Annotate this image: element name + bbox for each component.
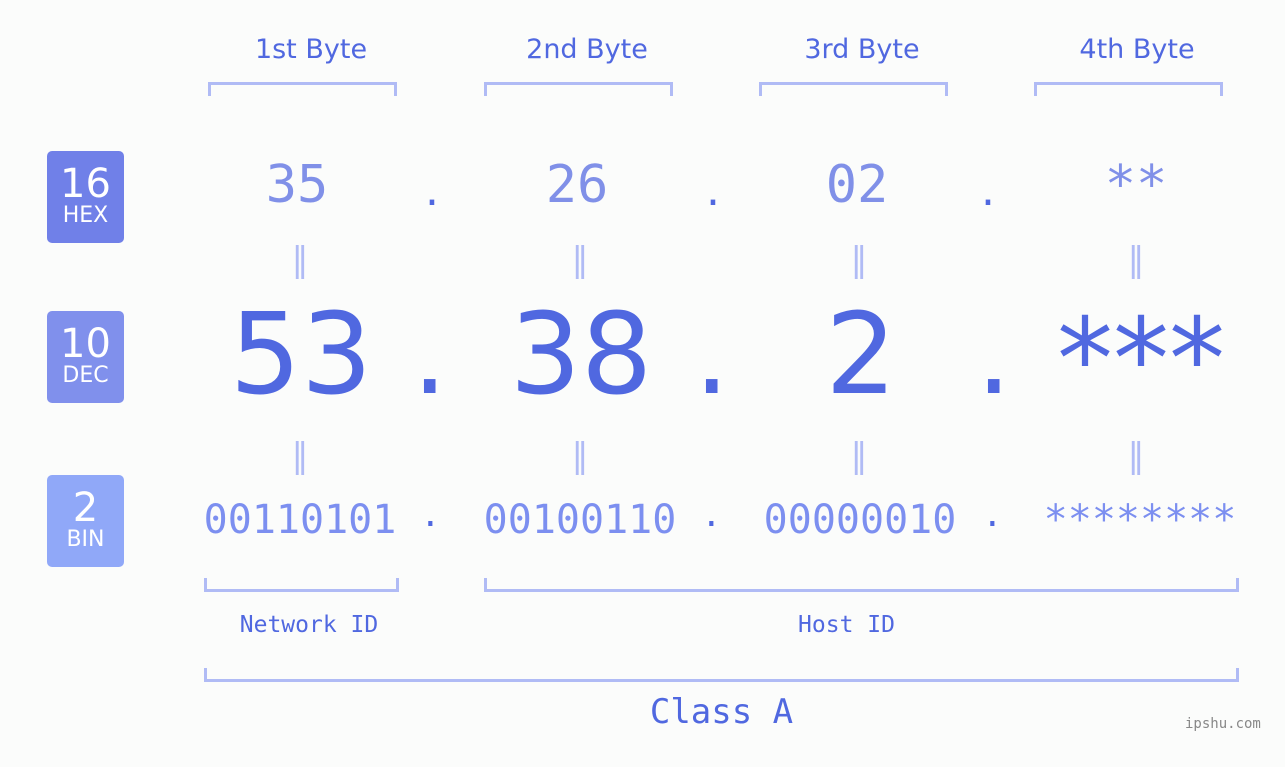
equals-icon: ‖ bbox=[571, 240, 589, 280]
dec-value-1: 53 bbox=[229, 290, 373, 420]
class-label: Class A bbox=[649, 692, 794, 732]
bin-badge-number: 2 bbox=[72, 485, 99, 531]
hex-value-3: 02 bbox=[825, 155, 889, 215]
class-bracket bbox=[204, 668, 1239, 682]
dec-badge: 10 DEC bbox=[47, 311, 124, 403]
bin-separator: . bbox=[986, 490, 999, 536]
bin-separator: . bbox=[424, 490, 437, 536]
byte-header-4: 4th Byte bbox=[1079, 34, 1195, 65]
host-id-bracket bbox=[484, 578, 1239, 592]
watermark: ipshu.com bbox=[1185, 716, 1261, 732]
hex-badge-number: 16 bbox=[60, 161, 111, 207]
bin-badge-label: BIN bbox=[66, 527, 105, 552]
bin-value-4: ******** bbox=[1043, 497, 1237, 543]
equals-icon: ‖ bbox=[291, 436, 309, 476]
byte-bracket-2 bbox=[484, 82, 673, 96]
bin-value-3: 00000010 bbox=[763, 497, 957, 543]
equals-icon: ‖ bbox=[850, 436, 868, 476]
network-id-bracket bbox=[204, 578, 399, 592]
equals-icon: ‖ bbox=[850, 240, 868, 280]
equals-icon: ‖ bbox=[571, 436, 589, 476]
byte-header-2: 2nd Byte bbox=[526, 34, 648, 65]
hex-value-2: 26 bbox=[545, 155, 609, 215]
dec-value-2: 38 bbox=[509, 290, 653, 420]
hex-badge: 16 HEX bbox=[47, 151, 124, 243]
hex-value-4: ** bbox=[1104, 155, 1168, 215]
hex-badge-label: HEX bbox=[62, 203, 109, 228]
bin-badge: 2 BIN bbox=[47, 475, 124, 567]
dec-value-3: 2 bbox=[825, 290, 897, 420]
equals-icon: ‖ bbox=[291, 240, 309, 280]
hex-value-1: 35 bbox=[265, 155, 329, 215]
bin-value-1: 00110101 bbox=[203, 497, 397, 543]
bin-separator: . bbox=[705, 490, 718, 536]
dec-badge-number: 10 bbox=[60, 321, 111, 367]
byte-header-3: 3rd Byte bbox=[804, 34, 920, 65]
dec-separator: . bbox=[412, 290, 448, 420]
byte-header-1: 1st Byte bbox=[254, 34, 368, 65]
hex-separator: . bbox=[981, 165, 995, 216]
byte-bracket-3 bbox=[759, 82, 948, 96]
hex-separator: . bbox=[425, 165, 439, 216]
dec-badge-label: DEC bbox=[62, 363, 109, 388]
dec-separator: . bbox=[694, 290, 730, 420]
host-id-label: Host ID bbox=[798, 612, 895, 638]
equals-icon: ‖ bbox=[1127, 436, 1145, 476]
bin-value-2: 00100110 bbox=[483, 497, 677, 543]
hex-separator: . bbox=[706, 165, 720, 216]
equals-icon: ‖ bbox=[1127, 240, 1145, 280]
dec-separator: . bbox=[976, 290, 1012, 420]
byte-bracket-1 bbox=[208, 82, 397, 96]
network-id-label: Network ID bbox=[239, 612, 379, 638]
dec-value-4: *** bbox=[1057, 295, 1225, 425]
byte-bracket-4 bbox=[1034, 82, 1223, 96]
